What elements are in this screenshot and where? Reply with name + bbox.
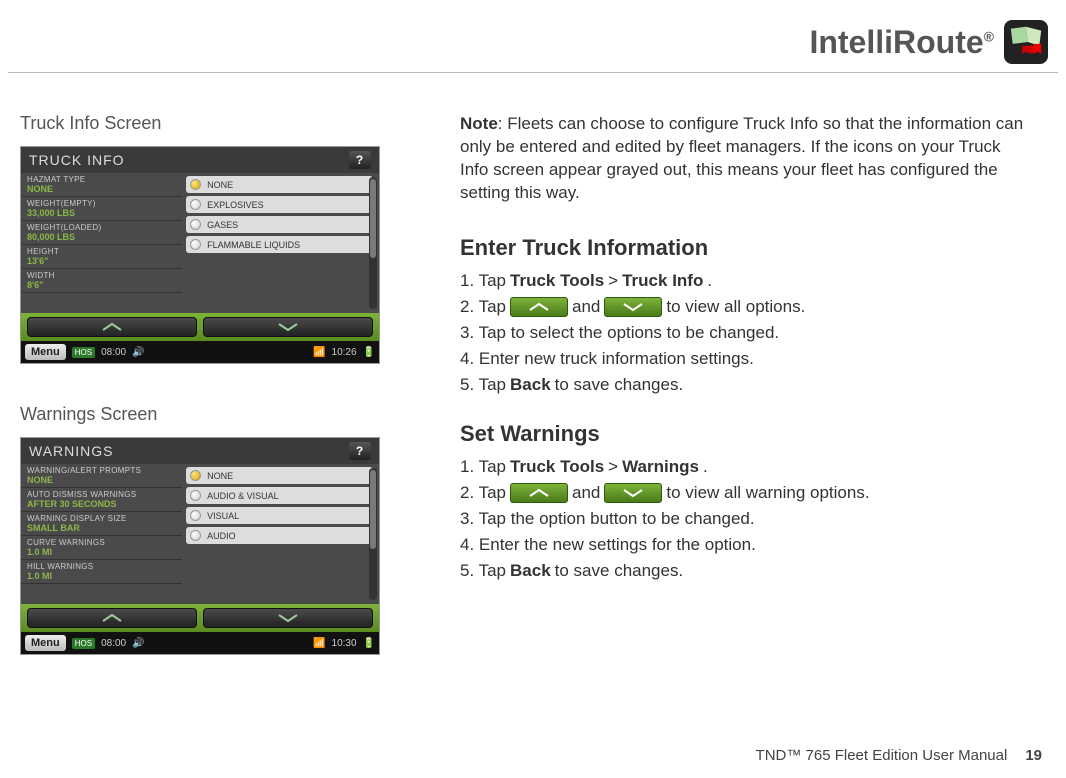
set-warnings-heading: Set Warnings	[460, 421, 1026, 447]
time-left: 08:00	[101, 638, 126, 649]
time-left: 08:00	[101, 347, 126, 358]
scroll-down-icon	[604, 483, 662, 503]
time-right: 10:26	[332, 347, 357, 358]
prompt-options: NONE AUDIO & VISUAL VISUAL AUDIO	[182, 464, 379, 604]
battery-icon: 🔋	[363, 347, 375, 358]
wifi-icon: 📶	[313, 638, 325, 649]
instruction-step: 5. Tap Back to save changes.	[460, 375, 1026, 395]
enter-truck-info-heading: Enter Truck Information	[460, 235, 1026, 261]
menu-button[interactable]: Menu	[25, 344, 66, 360]
scroll-down-icon	[604, 297, 662, 317]
scroll-down-button[interactable]	[203, 317, 373, 337]
instruction-step: 2. Tap and to view all warning options.	[460, 483, 1026, 503]
warnings-caption: Warnings Screen	[20, 404, 400, 425]
instruction-step: 1. Tap Truck Tools > Warnings.	[460, 457, 1026, 477]
scroll-up-icon	[510, 483, 568, 503]
option-flammable[interactable]: FLAMMABLE LIQUIDS	[186, 236, 373, 253]
scroll-up-button[interactable]	[27, 608, 197, 628]
help-icon[interactable]: ?	[349, 151, 371, 169]
option-explosives[interactable]: EXPLOSIVES	[186, 196, 373, 213]
note-paragraph: Note: Fleets can choose to configure Tru…	[460, 113, 1026, 205]
help-icon[interactable]: ?	[349, 442, 371, 460]
option-audio[interactable]: AUDIO	[186, 527, 373, 544]
option-none[interactable]: NONE	[186, 467, 373, 484]
option-gases[interactable]: GASES	[186, 216, 373, 233]
wifi-icon: 📶	[313, 347, 325, 358]
option-audio-visual[interactable]: AUDIO & VISUAL	[186, 487, 373, 504]
instruction-step: 2. Tap and to view all options.	[460, 297, 1026, 317]
screen-title: WARNINGS	[29, 443, 113, 459]
hazmat-options: NONE EXPLOSIVES GASES FLAMMABLE LIQUIDS	[182, 173, 379, 313]
option-none[interactable]: NONE	[186, 176, 373, 193]
instruction-step: 1. Tap Truck Tools > Truck Info.	[460, 271, 1026, 291]
instruction-step: 3. Tap to select the options to be chang…	[460, 323, 1026, 343]
time-right: 10:30	[332, 638, 357, 649]
option-visual[interactable]: VISUAL	[186, 507, 373, 524]
warnings-fields: WARNING/ALERT PROMPTSNONE AUTO DISMISS W…	[21, 464, 182, 604]
truck-info-caption: Truck Info Screen	[20, 113, 400, 134]
instruction-step: 4. Enter new truck information settings.	[460, 349, 1026, 369]
truck-info-fields: HAZMAT TYPENONE WEIGHT(EMPTY)33,000 LBS …	[21, 173, 182, 313]
scroll-up-icon	[510, 297, 568, 317]
volume-icon: 🔊	[132, 638, 144, 649]
truck-info-screenshot: TRUCK INFO ? HAZMAT TYPENONE WEIGHT(EMPT…	[20, 146, 380, 364]
battery-icon: 🔋	[363, 638, 375, 649]
instruction-step: 5. Tap Back to save changes.	[460, 561, 1026, 581]
app-icon	[1004, 20, 1048, 64]
scroll-down-button[interactable]	[203, 608, 373, 628]
instruction-step: 4. Enter the new settings for the option…	[460, 535, 1026, 555]
screen-title: TRUCK INFO	[29, 152, 125, 168]
product-title: IntelliRoute®	[809, 24, 994, 61]
instruction-step: 3. Tap the option button to be changed.	[460, 509, 1026, 529]
scrollbar[interactable]	[369, 468, 377, 600]
hos-badge: HOS	[72, 347, 95, 358]
hos-badge: HOS	[72, 638, 95, 649]
scroll-up-button[interactable]	[27, 317, 197, 337]
warnings-screenshot: WARNINGS ? WARNING/ALERT PROMPTSNONE AUT…	[20, 437, 380, 655]
menu-button[interactable]: Menu	[25, 635, 66, 651]
footer: TND™ 765 Fleet Edition User Manual19	[756, 747, 1042, 764]
scrollbar[interactable]	[369, 177, 377, 309]
volume-icon: 🔊	[132, 347, 144, 358]
